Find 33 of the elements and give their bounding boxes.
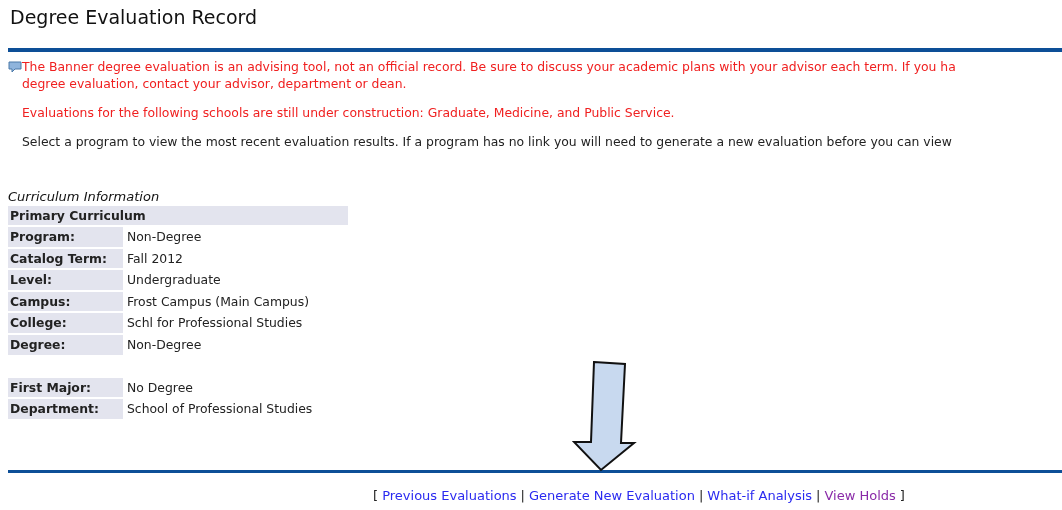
field-value: No Degree <box>127 378 193 397</box>
notice-text: degree evaluation, contact your advisor, department or dean. <box>22 75 408 92</box>
notice-text: Select a program to view the most recent evaluation results. If a program has no link you will need to generate a new evaluation before you can view <box>22 133 952 150</box>
nav-link[interactable]: Generate New Evaluation <box>529 487 695 503</box>
field-label: Catalog Term: <box>8 248 123 269</box>
page-title: Degree Evaluation Record <box>9 5 259 30</box>
bracket: [ <box>373 487 379 503</box>
field-value: Undergraduate <box>127 271 221 290</box>
separator: | <box>698 487 704 503</box>
field-label: First Major: <box>8 377 123 398</box>
nav-link[interactable]: View Holds <box>824 487 896 503</box>
nav-link[interactable]: What-if Analysis <box>707 487 813 503</box>
speech-bubble-icon <box>8 61 22 74</box>
field-label: Program: <box>8 227 123 247</box>
field-value: Non-Degree <box>127 335 202 354</box>
field-value: Schl for Professional Studies <box>127 314 303 333</box>
bracket: ] <box>899 487 905 503</box>
field-value: Frost Campus (Main Campus) <box>127 292 309 311</box>
field-value: Fall 2012 <box>127 249 183 268</box>
nav-link[interactable]: Previous Evaluations <box>382 487 517 503</box>
table-caption: Curriculum Information <box>8 188 161 206</box>
table-header: Primary Curriculum <box>8 206 348 225</box>
field-label: Department: <box>8 399 123 419</box>
field-label: Degree: <box>8 334 123 355</box>
notice-text: The Banner degree evaluation is an advising tool, not an official record. Be sure to discuss your academic plans with your advisor each term. If you ha <box>22 58 956 75</box>
separator: | <box>520 487 525 503</box>
notice-text: Evaluations for the following schools are still under construction: Graduate, Medicine, and Public Service. <box>22 104 675 121</box>
field-label: Campus: <box>8 291 123 312</box>
field-label: Level: <box>8 270 123 290</box>
field-label: College: <box>8 313 123 333</box>
field-value: Non-Degree <box>127 228 202 246</box>
separator: | <box>816 487 821 503</box>
field-value: School of Professional Studies <box>127 400 313 419</box>
